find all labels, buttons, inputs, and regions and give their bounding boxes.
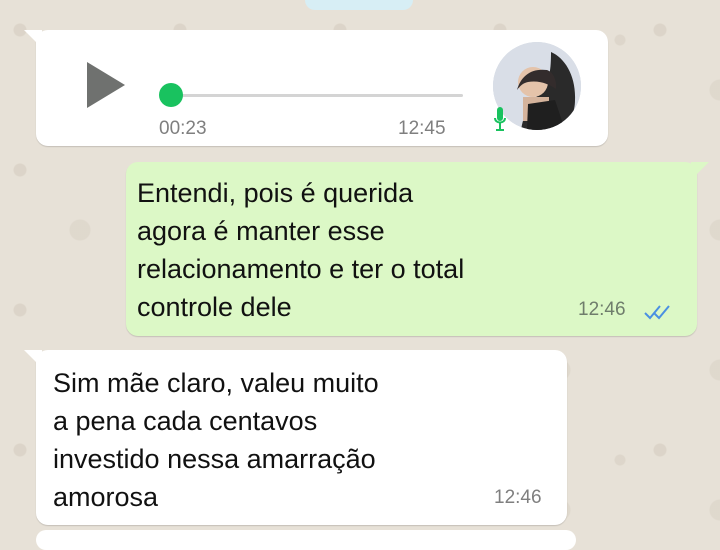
message-time: 12:45 [398,118,446,139]
audio-message-bubble[interactable]: 00:23 12:45 [24,30,608,146]
bubble-tail [691,162,709,180]
date-pill [305,0,413,10]
audio-duration: 00:23 [159,118,207,139]
audio-progress-knob[interactable] [159,83,183,107]
avatar-image [493,42,581,130]
play-icon[interactable] [87,62,125,108]
microphone-icon [494,107,506,133]
message-text: Sim mãe claro, valeu muito a pena cada c… [53,368,379,512]
incoming-message-bubble[interactable]: Sim mãe claro, valeu muito a pena cada c… [24,350,567,525]
audio-progress-track[interactable] [173,94,463,97]
message-text: Entendi, pois é querida agora é manter e… [137,178,465,322]
message-time: 12:46 [494,487,542,508]
avatar[interactable] [493,42,581,130]
double-check-icon [644,303,672,321]
message-time: 12:46 [578,299,626,320]
bubble-tail [24,350,42,368]
bubble-tail [24,30,42,48]
next-message-bubble [36,530,576,550]
outgoing-message-bubble[interactable]: Entendi, pois é querida agora é manter e… [126,162,709,336]
